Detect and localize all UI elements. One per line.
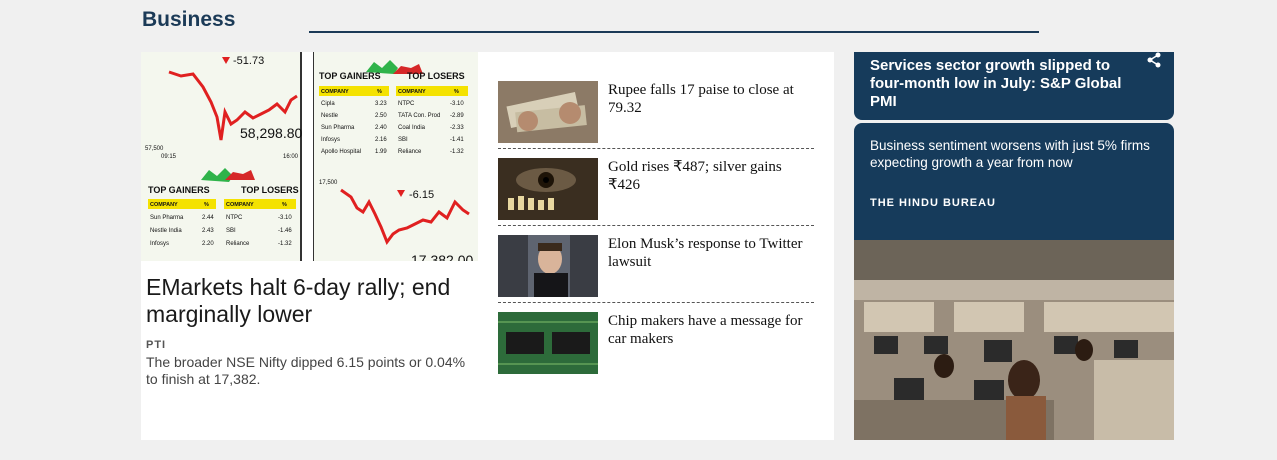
story-title[interactable]: Gold rises ₹487; silver gains ₹426 [608, 158, 814, 194]
table-cell: COMPANY [321, 89, 349, 95]
story-item[interactable]: Gold rises ₹487; silver gains ₹426 [498, 158, 814, 221]
table-cell: % [454, 89, 459, 95]
lead-byline: PTI [146, 339, 167, 351]
story-divider [498, 302, 814, 303]
story-item[interactable]: Rupee falls 17 paise to close at 79.32 [498, 81, 814, 144]
table-cell: Reliance [398, 149, 422, 155]
table-cell: -1.41 [450, 137, 464, 143]
table-cell: -3.10 [278, 215, 292, 221]
office-photo[interactable] [854, 240, 1174, 440]
lead-story-image[interactable]: -51.73 58,298.80 57,500 09:15 16:00 TOP … [141, 52, 478, 261]
story-title[interactable]: Rupee falls 17 paise to close at 79.32 [608, 81, 814, 117]
sidebar: Services sector growth slipped to four-m… [854, 52, 1174, 440]
lead-headline[interactable]: EMarkets halt 6-day rally; end marginall… [146, 274, 476, 328]
sidebar-mid-title[interactable]: Business sentiment worsens with just 5% … [870, 137, 1170, 171]
story-title[interactable]: Elon Musk’s response to Twitter lawsuit [608, 235, 814, 271]
table-cell: 2.44 [202, 215, 214, 221]
table-cell: 1.99 [375, 149, 387, 155]
time-start: 09:15 [161, 154, 177, 160]
story-divider [498, 225, 814, 226]
story-title[interactable]: Chip makers have a message for car maker… [608, 312, 814, 348]
table-cell: NTPC [398, 101, 415, 107]
sidebar-mid-author: THE HINDU BUREAU [870, 197, 996, 209]
story-divider [498, 148, 814, 149]
section-divider [309, 31, 1039, 33]
nifty-gainers-title: TOP GAINERS [319, 71, 381, 81]
sidebar-top-title[interactable]: Services sector growth slipped to four-m… [870, 57, 1140, 111]
table-cell: Reliance [226, 241, 250, 247]
table-cell: -1.32 [450, 149, 464, 155]
lead-summary: The broader NSE Nifty dipped 6.15 points… [146, 354, 466, 387]
table-cell: 2.43 [202, 228, 214, 234]
nifty-change: -6.15 [409, 189, 434, 201]
table-cell: -1.46 [278, 228, 292, 234]
table-cell: % [282, 202, 287, 208]
table-cell: 2.50 [375, 113, 387, 119]
time-end: 16:00 [283, 154, 299, 160]
sensex-change: -51.73 [233, 55, 264, 67]
table-cell: COMPANY [150, 202, 178, 208]
circuit-board-image[interactable] [498, 312, 598, 374]
table-cell: TATA Con. Prod [398, 113, 440, 119]
sensex-losers-title: TOP LOSERS [241, 185, 299, 195]
sidebar-top-card[interactable]: Services sector growth slipped to four-m… [854, 52, 1174, 120]
table-cell: 2.20 [202, 241, 214, 247]
sidebar-mid-card[interactable]: Business sentiment worsens with just 5% … [854, 123, 1174, 240]
table-cell: -1.32 [278, 241, 292, 247]
table-cell: % [204, 202, 209, 208]
story-item[interactable]: Chip makers have a message for car maker… [498, 312, 814, 375]
nifty-losers-title: TOP LOSERS [407, 71, 465, 81]
table-cell: 3.23 [375, 101, 387, 107]
table-cell: SBI [226, 228, 236, 234]
nifty-axis-label: 17,500 [319, 180, 338, 186]
table-cell: -3.10 [450, 101, 464, 107]
story-item[interactable]: Elon Musk’s response to Twitter lawsuit [498, 235, 814, 298]
table-cell: Sun Pharma [150, 215, 184, 221]
table-cell: COMPANY [398, 89, 426, 95]
nifty-close: 17,382.00 [411, 252, 473, 261]
table-cell: Nestle [321, 113, 339, 119]
sensex-axis-label: 57,500 [145, 146, 164, 152]
table-cell: NTPC [226, 215, 243, 221]
table-cell: -2.33 [450, 125, 464, 131]
table-cell: 2.40 [375, 125, 387, 131]
sensex-close: 58,298.80 [240, 125, 302, 141]
table-cell: Infosys [321, 137, 340, 143]
table-cell: 2.16 [375, 137, 387, 143]
currency-notes-image[interactable] [498, 81, 598, 143]
main-news-panel: -51.73 58,298.80 57,500 09:15 16:00 TOP … [141, 52, 834, 440]
sensex-gainers-title: TOP GAINERS [148, 185, 210, 195]
eye-chess-image[interactable] [498, 158, 598, 220]
elon-musk-image[interactable] [498, 235, 598, 297]
table-cell: Apollo Hospital [321, 149, 361, 155]
table-cell: Cipla [321, 101, 335, 107]
table-cell: Sun Pharma [321, 125, 355, 131]
table-cell: -2.89 [450, 113, 464, 119]
table-cell: Coal India [398, 125, 426, 131]
table-cell: SBI [398, 137, 408, 143]
table-cell: Nestle India [150, 228, 182, 234]
table-cell: % [377, 89, 382, 95]
table-cell: Infosys [150, 241, 169, 247]
table-cell: COMPANY [226, 202, 254, 208]
section-title[interactable]: Business [142, 8, 235, 32]
share-icon[interactable] [1146, 52, 1162, 68]
